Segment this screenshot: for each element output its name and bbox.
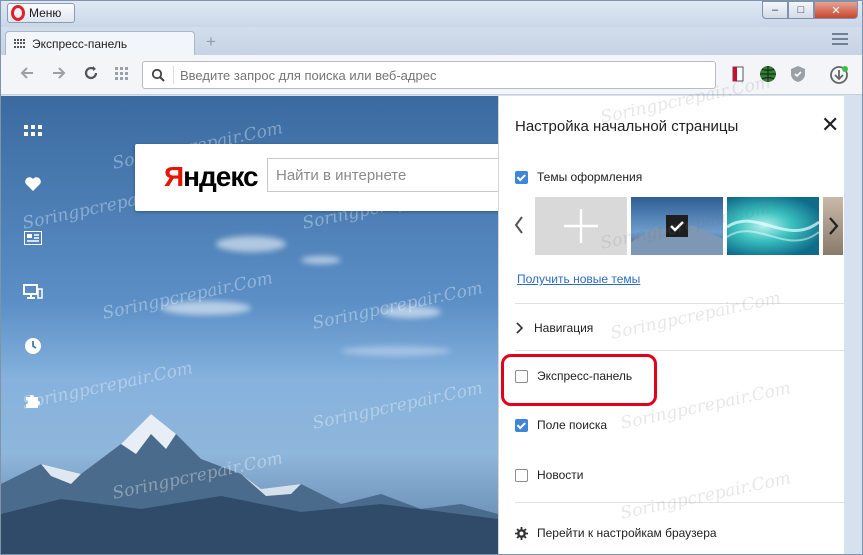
themes-label: Темы оформления (537, 170, 643, 184)
maximize-button[interactable]: □ (788, 1, 814, 19)
theme-mountains-tile[interactable] (631, 197, 723, 255)
search-field-option[interactable]: Поле поиска (515, 418, 607, 432)
divider (515, 303, 845, 304)
yandex-logo[interactable]: Яндекс (164, 161, 259, 193)
yandex-search-input[interactable]: Найти в интернете (267, 158, 507, 192)
extensions-icon[interactable] (23, 391, 43, 409)
panel-title: Настройка начальной страницы (515, 118, 739, 135)
yandex-search-widget: Яндекс Найти в интернете (135, 144, 515, 211)
highlight-annotation (501, 354, 657, 406)
chevron-right-icon[interactable] (823, 197, 843, 255)
chevron-right-icon (515, 322, 525, 334)
new-tab-icon[interactable]: + (206, 32, 216, 52)
browser-settings-link[interactable]: Перейти к настройкам браузера (515, 526, 717, 540)
theme-aqua-tile[interactable] (726, 197, 820, 255)
plus-icon (564, 209, 598, 243)
speed-dial-icon[interactable] (115, 67, 129, 86)
divider (515, 502, 845, 503)
start-page: Soringpcrepair.Com Soringpcrepair.Com So… (1, 72, 862, 554)
themes-checkbox[interactable] (515, 170, 528, 184)
download-icon[interactable] (829, 65, 848, 84)
speed-dial-icon (14, 38, 26, 49)
close-icon[interactable]: ✕ (821, 114, 839, 136)
back-icon[interactable] (19, 65, 35, 86)
address-input[interactable] (173, 66, 693, 84)
devices-icon[interactable] (23, 283, 43, 301)
gear-icon (515, 526, 528, 540)
search-field-label: Поле поиска (537, 418, 608, 432)
chevron-left-icon[interactable] (513, 213, 525, 240)
navigation-section[interactable]: Навигация (515, 321, 593, 335)
divider (515, 350, 845, 351)
tab-speed-dial[interactable]: Экспресс-панель (5, 31, 195, 55)
navigation-toolbar (1, 55, 862, 95)
news-checkbox[interactable] (515, 468, 528, 482)
tab-bar: Экспресс-панель + (1, 27, 862, 55)
browser-window: Меню ‒ □ ✕ Экспресс-панель + Введите зап… (0, 0, 863, 555)
selected-check-icon (666, 215, 688, 237)
tab-label: Экспресс-панель (32, 36, 128, 51)
news-label: Новости (537, 468, 584, 482)
menu-button-label: Меню (29, 6, 62, 20)
news-option[interactable]: Новости (515, 468, 583, 482)
theme-next-tile[interactable] (823, 197, 843, 255)
bookmark-icon[interactable] (729, 65, 747, 83)
heart-icon[interactable] (23, 175, 43, 193)
reload-icon[interactable] (83, 65, 99, 86)
get-new-themes-link[interactable]: Получить новые темы (517, 272, 640, 286)
close-window-button[interactable]: ✕ (814, 1, 858, 19)
navigation-label: Навигация (534, 321, 594, 335)
themes-carousel (513, 197, 843, 255)
address-bar[interactable] (142, 61, 716, 89)
mountains-image (1, 414, 498, 554)
history-icon[interactable] (23, 337, 43, 355)
shield-icon[interactable] (789, 65, 807, 83)
add-theme-tile[interactable] (535, 197, 627, 255)
tab-menu-icon[interactable] (832, 33, 848, 47)
news-icon[interactable] (23, 229, 43, 247)
title-bar: Меню ‒ □ ✕ (1, 1, 862, 27)
sidebar (1, 96, 61, 554)
globe-icon[interactable] (759, 65, 777, 83)
opera-logo-icon (11, 5, 25, 21)
minimize-button[interactable]: ‒ (762, 1, 788, 19)
window-controls: ‒ □ ✕ (762, 1, 858, 19)
themes-option[interactable]: Темы оформления (515, 170, 642, 184)
search-icon (143, 68, 173, 82)
start-page-settings-panel: Настройка начальной страницы ✕ Темы офор… (498, 72, 845, 554)
browser-settings-label: Перейти к настройкам браузера (537, 526, 717, 540)
menu-button[interactable]: Меню (7, 3, 75, 23)
forward-icon[interactable] (51, 65, 67, 86)
search-field-checkbox[interactable] (515, 418, 528, 432)
speed-dial-icon[interactable] (23, 122, 43, 140)
